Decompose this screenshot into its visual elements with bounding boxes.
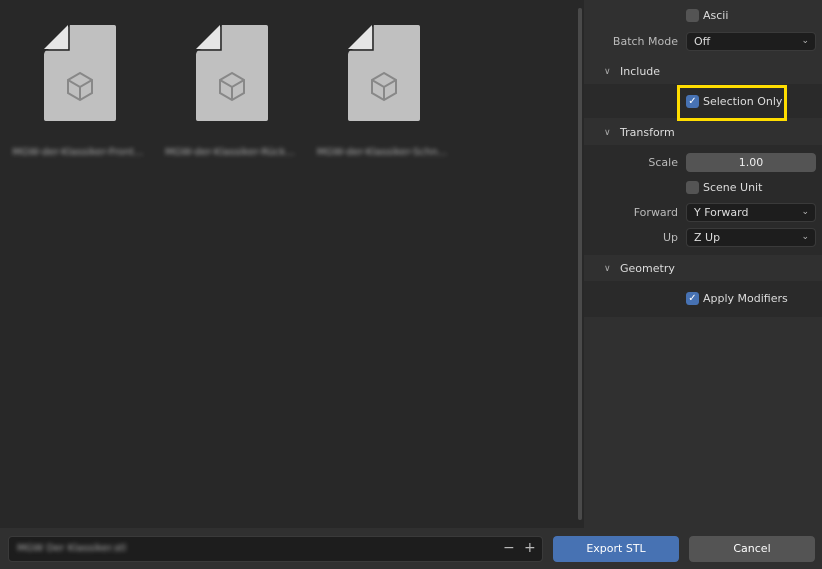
mesh-file-icon xyxy=(44,25,116,121)
up-label: Up xyxy=(662,231,678,244)
file-browser: MGW-der-Klassiker-Front... MGW-der-Klass… xyxy=(0,0,584,528)
apply-modifiers-label: Apply Modifiers xyxy=(703,292,788,305)
up-value: Z Up xyxy=(694,231,721,244)
chevron-down-icon: ∨ xyxy=(604,264,611,274)
transform-section-body: Scale 1.00 Scene Unit Forward Y Forward ⌄… xyxy=(584,145,822,255)
bottom-bar: MGW Der Klassiker.stl − + Export STL Can… xyxy=(0,528,822,569)
chevron-down-icon: ∨ xyxy=(604,128,611,138)
scale-field[interactable]: 1.00 xyxy=(686,153,816,172)
file-item[interactable]: MGW-der-Klassiker-Schn... xyxy=(306,25,458,165)
forward-value: Y Forward xyxy=(694,206,749,219)
transform-title: Transform xyxy=(620,126,675,139)
scene-unit-label: Scene Unit xyxy=(703,181,763,194)
file-list-scrollbar[interactable] xyxy=(578,8,582,520)
ascii-checkbox[interactable] xyxy=(686,9,699,22)
forward-dropdown[interactable]: Y Forward ⌄ xyxy=(686,203,816,222)
chevron-down-icon: ⌄ xyxy=(801,207,809,217)
file-item[interactable]: MGW-der-Klassiker-Front... xyxy=(2,25,154,165)
chevron-down-icon: ⌄ xyxy=(801,36,809,46)
include-title: Include xyxy=(620,65,661,78)
increment-button[interactable]: + xyxy=(524,540,536,556)
filename-input[interactable]: MGW Der Klassiker.stl − + xyxy=(8,536,543,562)
ascii-label: Ascii xyxy=(703,9,729,22)
cancel-button[interactable]: Cancel xyxy=(689,536,815,562)
chevron-down-icon: ⌄ xyxy=(801,232,809,242)
decrement-button[interactable]: − xyxy=(503,540,515,556)
mesh-file-icon xyxy=(348,25,420,121)
file-item[interactable]: MGW-der-Klassiker-Rück... xyxy=(154,25,306,165)
file-name: MGW-der-Klassiker-Rück... xyxy=(164,147,296,158)
up-dropdown[interactable]: Z Up ⌄ xyxy=(686,228,816,247)
filename-value: MGW Der Klassiker.stl xyxy=(17,543,127,554)
mesh-file-icon xyxy=(196,25,268,121)
highlight-box xyxy=(677,85,787,121)
geometry-section-body: ✓ Apply Modifiers xyxy=(584,281,822,317)
file-name: MGW-der-Klassiker-Front... xyxy=(12,147,144,158)
scale-label: Scale xyxy=(648,156,678,169)
scene-unit-checkbox[interactable] xyxy=(686,181,699,194)
forward-label: Forward xyxy=(633,206,678,219)
geometry-title: Geometry xyxy=(620,262,675,275)
batch-mode-value: Off xyxy=(694,35,711,48)
batch-mode-dropdown[interactable]: Off ⌄ xyxy=(686,32,816,51)
export-options-panel: Ascii Batch Mode Off ⌄ ∨ Include ✓ Selecti… xyxy=(584,0,822,528)
chevron-down-icon: ∨ xyxy=(604,67,611,77)
batch-mode-label: Batch Mode xyxy=(612,35,678,48)
export-stl-button[interactable]: Export STL xyxy=(553,536,679,562)
file-name: MGW-der-Klassiker-Schn... xyxy=(316,147,448,158)
geometry-section-header[interactable]: ∨ Geometry xyxy=(584,257,822,281)
include-section-header[interactable]: ∨ Include xyxy=(584,60,822,84)
transform-section-header[interactable]: ∨ Transform xyxy=(584,121,822,145)
apply-modifiers-checkbox[interactable]: ✓ xyxy=(686,292,699,305)
